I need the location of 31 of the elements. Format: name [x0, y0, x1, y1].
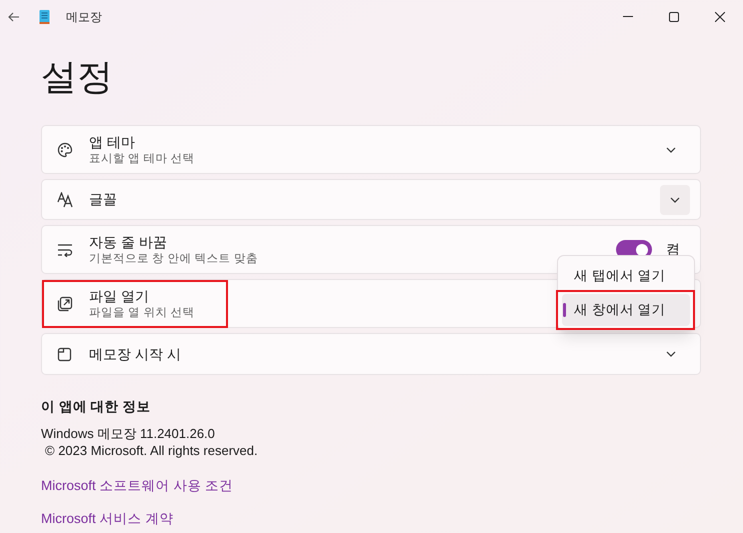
setting-description: 기본적으로 창 안에 텍스트 맞춤 [89, 252, 258, 266]
setting-title: 파일 열기 [89, 286, 149, 306]
chevron-down-icon [666, 351, 676, 357]
close-icon[interactable] [715, 12, 725, 22]
window-title: 메모장 [66, 8, 102, 26]
window-icon [57, 346, 72, 362]
setting-title: 앱 테마 [89, 132, 135, 152]
setting-title: 자동 줄 바꿈 [89, 232, 167, 252]
about-text: © 2023 Microsoft. All rights reserved. [44, 442, 259, 460]
setting-title: 메모장 시작 시 [89, 344, 181, 364]
palette-icon [57, 142, 73, 158]
maximize-icon[interactable] [669, 12, 679, 22]
notepad-icon [39, 9, 50, 24]
chevron-down-icon [666, 146, 676, 152]
section-heading: 이 앱에 대한 정보 [41, 398, 152, 416]
text-wrap-icon [57, 242, 73, 256]
setting-description: 표시할 앱 테마 선택 [89, 152, 195, 166]
open-external-icon [57, 296, 73, 312]
back-arrow-icon[interactable] [8, 12, 20, 22]
setting-card[interactable]: 메모장 시작 시 [41, 333, 701, 375]
link[interactable]: Microsoft 소프트웨어 사용 조건 [41, 476, 234, 496]
link[interactable]: Microsoft 서비스 계약 [41, 508, 174, 529]
font-icon [57, 192, 75, 208]
setting-description: 파일을 열 위치 선택 [89, 306, 195, 320]
page-heading: 설정 [41, 55, 114, 99]
setting-card[interactable]: 글꼴 [41, 179, 701, 220]
setting-title: 글꼴 [89, 190, 117, 209]
chevron-down-icon [670, 196, 680, 202]
about-text: Windows 메모장 11.2401.26.0 [41, 425, 216, 442]
setting-card[interactable]: 앱 테마 표시할 앱 테마 선택 [41, 125, 701, 174]
menu-item[interactable]: 새 창에서 열기 [562, 294, 690, 326]
